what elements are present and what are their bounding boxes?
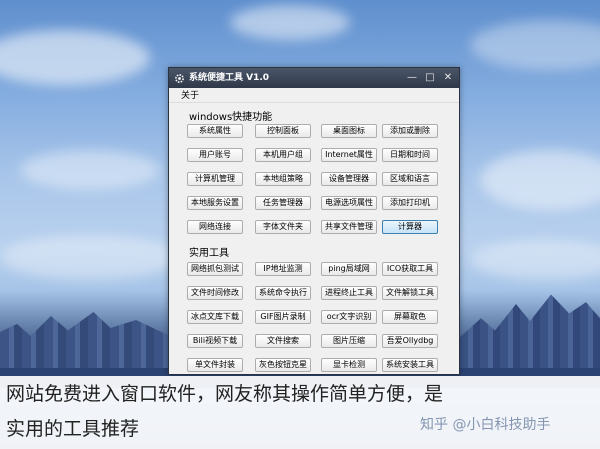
group1-button-r1-c2[interactable]: 控制面板 <box>255 124 311 138</box>
group2-button-r4-c1[interactable]: Bili视频下载 <box>187 334 243 348</box>
group1-button-r2-c3[interactable]: Internet属性 <box>321 148 377 162</box>
group1-button-r4-c2[interactable]: 任务管理器 <box>255 196 311 210</box>
group1-button-r4-c1[interactable]: 本地服务设置 <box>187 196 243 210</box>
group1-button-r5-c2[interactable]: 字体文件夹 <box>255 220 311 234</box>
group1-button-r2-c1[interactable]: 用户账号 <box>187 148 243 162</box>
group2-button-r5-c4[interactable]: 系统安装工具 <box>382 358 438 372</box>
group-label-windows-shortcuts: windows快捷功能 <box>189 112 273 123</box>
group2-button-r5-c2[interactable]: 灰色按钮克星 <box>255 358 311 372</box>
group1-button-r2-c4[interactable]: 日期和时间 <box>382 148 438 162</box>
group2-button-r3-c1[interactable]: 冰点文库下载 <box>187 310 243 324</box>
group1-button-r4-c3[interactable]: 电源选项属性 <box>321 196 377 210</box>
group2-button-r2-c4[interactable]: 文件解锁工具 <box>382 286 438 300</box>
group2-button-r5-c3[interactable]: 显卡检测 <box>321 358 377 372</box>
group2-button-r1-c2[interactable]: IP地址监测 <box>255 262 311 276</box>
title-bar[interactable]: 系统便捷工具 V1.0 — □ ✕ <box>169 68 459 88</box>
gear-icon <box>174 72 185 83</box>
group1-button-r1-c4[interactable]: 添加或删除 <box>382 124 438 138</box>
group2-button-r5-c1[interactable]: 单文件封装 <box>187 358 243 372</box>
cloud <box>480 150 600 210</box>
group2-button-r3-c2[interactable]: GIF图片录制 <box>255 310 311 324</box>
cloud <box>470 240 600 280</box>
group2-button-r4-c3[interactable]: 图片压缩 <box>321 334 377 348</box>
group2-button-r4-c4[interactable]: 吾爱Ollydbg <box>382 334 438 348</box>
cloud <box>0 235 180 280</box>
group1-button-r3-c2[interactable]: 本地组策略 <box>255 172 311 186</box>
group1-button-r4-c4[interactable]: 添加打印机 <box>382 196 438 210</box>
group2-button-r1-c4[interactable]: ICO获取工具 <box>382 262 438 276</box>
group2-button-r2-c2[interactable]: 系统命令执行 <box>255 286 311 300</box>
group1-button-r1-c1[interactable]: 系统属性 <box>187 124 243 138</box>
app-window[interactable]: 系统便捷工具 V1.0 — □ ✕ 关于 windows快捷功能 系统属性 控制面… <box>168 67 460 375</box>
cloud <box>20 150 160 190</box>
group1-button-r5-c1[interactable]: 网络连接 <box>187 220 243 234</box>
minimize-button[interactable]: — <box>405 68 419 88</box>
group2-button-r2-c3[interactable]: 进程终止工具 <box>321 286 377 300</box>
caption-line-2: 实用的工具推荐 <box>6 418 140 440</box>
group1-button-r1-c3[interactable]: 桌面图标 <box>321 124 377 138</box>
watermark: 知乎 @小白科技助手 <box>420 417 551 433</box>
cloud <box>0 30 150 85</box>
group-label-utilities: 实用工具 <box>189 248 229 259</box>
group1-button-r5-c3[interactable]: 共享文件管理 <box>321 220 377 234</box>
window-title: 系统便捷工具 V1.0 <box>189 73 270 83</box>
close-button[interactable]: ✕ <box>441 68 455 88</box>
group2-button-r3-c3[interactable]: ocr文字识别 <box>321 310 377 324</box>
group2-button-r1-c3[interactable]: ping局域网 <box>321 262 377 276</box>
group2-button-r4-c2[interactable]: 文件搜索 <box>255 334 311 348</box>
menu-item-about[interactable]: 关于 <box>181 89 199 103</box>
group1-button-r3-c1[interactable]: 计算机管理 <box>187 172 243 186</box>
group2-button-r2-c1[interactable]: 文件时间修改 <box>187 286 243 300</box>
caption-line-1: 网站免费进入窗口软件，网友称其操作简单方便，是 <box>6 383 444 405</box>
group2-button-r3-c4[interactable]: 屏幕取色 <box>382 310 438 324</box>
cloud <box>470 20 600 70</box>
group1-button-r5-c4[interactable]: 计算器 <box>382 220 438 234</box>
group1-button-r3-c4[interactable]: 区域和语言 <box>382 172 438 186</box>
group1-button-r2-c2[interactable]: 本机用户组 <box>255 148 311 162</box>
cloud <box>230 5 350 40</box>
maximize-button[interactable]: □ <box>423 68 437 88</box>
group2-button-r1-c1[interactable]: 网络抓包测试 <box>187 262 243 276</box>
desktop-background: 系统便捷工具 V1.0 — □ ✕ 关于 windows快捷功能 系统属性 控制面… <box>0 0 600 449</box>
group1-button-r3-c3[interactable]: 设备管理器 <box>321 172 377 186</box>
menu-bar: 关于 <box>169 89 459 103</box>
